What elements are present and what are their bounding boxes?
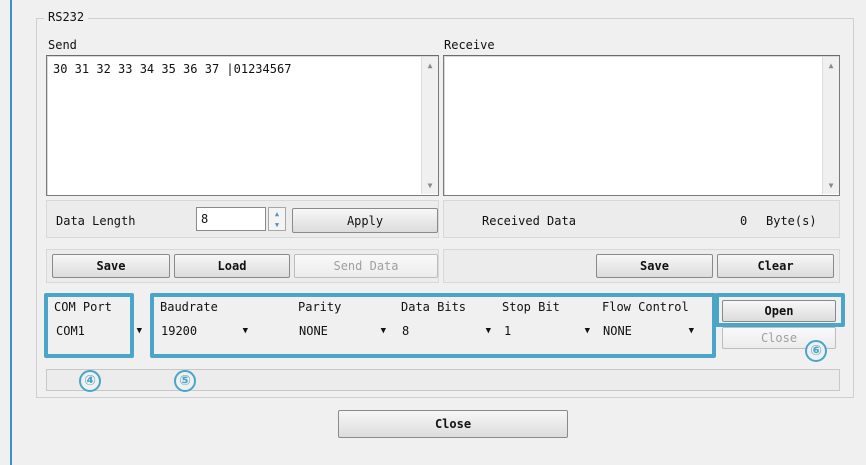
send-text: 30 31 32 33 34 35 36 37 |01234567 xyxy=(53,62,292,76)
window-edge xyxy=(10,0,12,465)
chevron-down-icon[interactable]: ▼ xyxy=(137,326,142,336)
open-button-highlight xyxy=(715,293,845,327)
com-port-highlight xyxy=(44,293,134,358)
status-bar xyxy=(46,369,840,391)
scroll-down-icon[interactable]: ▼ xyxy=(823,181,839,190)
load-button[interactable]: Load xyxy=(174,254,290,278)
data-length-spinner[interactable]: ▲ ▼ xyxy=(268,207,286,231)
spin-up-icon[interactable]: ▲ xyxy=(269,208,285,219)
send-textarea[interactable]: 30 31 32 33 34 35 36 37 |01234567 ▲ ▼ xyxy=(46,55,439,196)
scroll-up-icon[interactable]: ▲ xyxy=(823,61,839,70)
clear-button[interactable]: Clear xyxy=(717,254,834,278)
data-length-input[interactable]: 8 xyxy=(196,207,266,231)
send-label: Send xyxy=(48,38,77,52)
received-count: 0 xyxy=(740,214,748,228)
step-marker-4: ④ xyxy=(79,370,101,392)
step-marker-5: ⑤ xyxy=(174,370,196,392)
scroll-up-icon[interactable]: ▲ xyxy=(422,61,438,70)
step-marker-6: ⑥ xyxy=(805,340,827,362)
received-data-label: Received Data xyxy=(482,214,576,228)
group-title: RS232 xyxy=(44,10,89,24)
scroll-down-icon[interactable]: ▼ xyxy=(422,181,438,190)
receive-textarea[interactable]: ▲ ▼ xyxy=(443,55,840,196)
receive-label: Receive xyxy=(444,38,495,52)
receive-scrollbar[interactable]: ▲ ▼ xyxy=(822,57,839,194)
send-scrollbar[interactable]: ▲ ▼ xyxy=(421,57,438,194)
send-save-button[interactable]: Save xyxy=(52,254,170,278)
received-unit: Byte(s) xyxy=(766,214,817,228)
apply-button[interactable]: Apply xyxy=(292,208,438,233)
spin-down-icon[interactable]: ▼ xyxy=(269,219,285,230)
close-button[interactable]: Close xyxy=(338,410,568,438)
data-length-label: Data Length xyxy=(56,214,136,228)
receive-save-button[interactable]: Save xyxy=(596,254,713,278)
send-data-button[interactable]: Send Data xyxy=(294,254,438,278)
serial-settings-highlight xyxy=(150,293,716,358)
